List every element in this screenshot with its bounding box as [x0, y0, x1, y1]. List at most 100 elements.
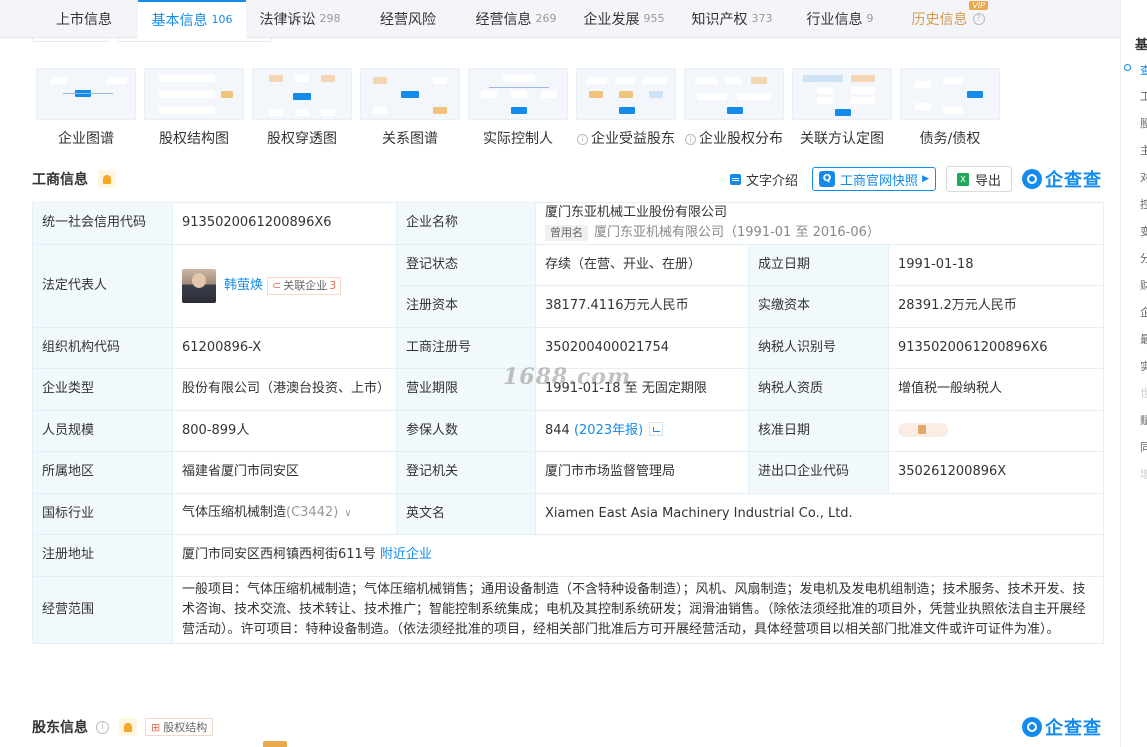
snapshot-label: 工商官网快照 — [840, 173, 919, 189]
value-reg-no[interactable]: 350200400021754 — [535, 326, 749, 369]
graph-thumbnail — [144, 68, 244, 120]
tab-listing[interactable]: 上市信息 — [30, 0, 138, 38]
structure-icon: ⊞ — [151, 720, 161, 734]
insured-count: 844 — [545, 422, 570, 438]
value-company-name-cell: 厦门东亚机械工业股份有限公司 曾用名 厦门东亚机械有限公司（1991-01 至 2… — [535, 202, 1104, 245]
industry-name: 气体压缩机械制造 — [182, 505, 287, 521]
graph-card-beneficiary[interactable]: i 企业受益股东 — [572, 68, 680, 148]
value-paid-capital: 28391.2万元人民币 — [888, 285, 1104, 328]
graph-card-debt[interactable]: 债务/债权 — [896, 68, 1004, 148]
tab-operations[interactable]: 经营信息 269 — [462, 0, 570, 38]
tab-count: 106 — [211, 13, 233, 26]
tab-development[interactable]: 企业发展 955 — [570, 0, 678, 38]
related-companies-badge[interactable]: ⊂ 关联企业 3 — [267, 276, 342, 295]
sidebar-item[interactable]: 同 — [1140, 439, 1147, 455]
graph-card-related-party[interactable]: 关联方认定图 — [788, 68, 896, 148]
qcc-logo: 企查查 — [1022, 166, 1102, 192]
sidebar-item[interactable]: 工 — [1140, 88, 1147, 104]
label-credit-code: 统一社会信用代码 — [32, 202, 173, 245]
tab-label: 行业信息 — [806, 11, 863, 28]
link-icon: ⊂ — [272, 278, 282, 292]
company-name[interactable]: 厦门东亚机械工业股份有限公司 — [545, 203, 1094, 223]
sidebar-item[interactable]: 对 — [1140, 169, 1147, 185]
tab-risk[interactable]: 经营风险 — [354, 0, 462, 38]
sidebar-item[interactable]: 最 — [1140, 331, 1147, 347]
text-intro-button[interactable]: 文字介绍 — [730, 170, 798, 189]
sidebar-item[interactable]: 查 — [1140, 62, 1147, 78]
business-info-header: 工商信息 文字介绍 Q 工商官网快照 ▶ X 导出 企查查 — [32, 166, 1102, 192]
section-title: 股东信息 — [32, 720, 88, 736]
legal-rep-link[interactable]: 韩萤焕 — [224, 278, 263, 293]
equity-structure-label: 股权结构 — [163, 721, 208, 734]
logo-text: 企查查 — [1045, 718, 1102, 739]
sidebar-item[interactable]: 变 — [1140, 223, 1147, 239]
sidebar-item[interactable]: 企 — [1140, 304, 1147, 320]
graph-card-enterprise[interactable]: 企业图谱 — [32, 68, 140, 148]
tab-industry[interactable]: 行业信息 9 — [786, 0, 894, 38]
label-english-name: 英文名 — [396, 492, 536, 535]
equity-structure-button[interactable]: ⊞ 股权结构 — [145, 718, 214, 736]
value-industry-cell[interactable]: 气体压缩机械制造(C3442) ∨ — [172, 492, 397, 535]
sidebar-item[interactable]: 主 — [1140, 142, 1147, 158]
value-taxpayer-id[interactable]: 9135020061200896X6 — [888, 326, 1104, 369]
tab-label: 企业发展 — [583, 11, 640, 28]
graph-thumbnail — [576, 68, 676, 120]
help-icon[interactable]: ? — [972, 12, 985, 25]
export-button[interactable]: X 导出 — [945, 166, 1012, 192]
former-name: 厦门东亚机械有限公司（1991-01 至 2016-06） — [594, 225, 880, 241]
value-credit-code[interactable]: 9135020061200896X6 — [172, 202, 397, 245]
trend-chart-icon[interactable] — [649, 421, 664, 436]
tab-history[interactable]: 历史信息 VIP? — [894, 0, 1002, 38]
graph-card-controller[interactable]: 实际控制人 — [464, 68, 572, 148]
tab-ip[interactable]: 知识产权 373 — [678, 0, 786, 38]
label-status: 登记状态 — [396, 243, 536, 286]
address-text[interactable]: 厦门市同安区西柯镇西柯街611号 — [182, 547, 376, 562]
vip-badge-partial — [263, 741, 287, 747]
tab-count: 269 — [535, 12, 557, 25]
value-insured-cell: 844 (2023年报) — [535, 409, 749, 452]
value-company-type: 股份有限公司（港澳台投资、上市） — [172, 368, 397, 411]
value-english-name[interactable]: Xiamen East Asia Machinery Industrial Co… — [535, 492, 1104, 535]
bell-icon[interactable] — [119, 718, 137, 736]
label-reg-no: 工商注册号 — [396, 326, 536, 369]
sidebar-item[interactable]: 财 — [1140, 277, 1147, 293]
sidebar-item[interactable]: 世 — [1140, 385, 1147, 401]
graph-thumbnail — [468, 68, 568, 120]
official-snapshot-button[interactable]: Q 工商官网快照 ▶ — [812, 167, 936, 191]
info-icon[interactable]: i — [577, 134, 588, 145]
tab-basic-info[interactable]: 基本信息 106 — [138, 0, 246, 38]
avatar[interactable] — [182, 268, 216, 303]
label-term: 营业期限 — [396, 368, 536, 411]
value-import-export-code[interactable]: 350261200896X — [888, 451, 1104, 494]
label-reg-capital: 注册资本 — [396, 285, 536, 328]
vip-badge: VIP — [969, 0, 988, 10]
graph-card-relations[interactable]: 关系图谱 — [356, 68, 464, 148]
graph-card-equity-distribution[interactable]: i 企业股权分布 — [680, 68, 788, 148]
nearby-companies-link[interactable]: 附近企业 — [380, 547, 432, 562]
label-tax-qualification: 纳税人资质 — [748, 368, 889, 411]
chevron-down-icon: ∨ — [344, 508, 352, 520]
annual-report-link[interactable]: (2023年报) — [574, 423, 643, 438]
sidebar-current-dot — [1124, 64, 1131, 71]
related-label: 关联企业 — [283, 278, 328, 292]
vip-locked-value[interactable] — [898, 423, 948, 438]
sidebar-item[interactable]: 股 — [1140, 115, 1147, 131]
sidebar-item[interactable]: 增 — [1140, 466, 1147, 482]
bell-icon[interactable] — [98, 170, 116, 188]
label-authority: 登记机关 — [396, 451, 536, 494]
sidebar-item[interactable]: 分 — [1140, 250, 1147, 266]
sidebar-item[interactable]: 赋 — [1140, 412, 1147, 428]
help-icon[interactable]: i — [96, 720, 109, 734]
sidebar-item[interactable]: 实 — [1140, 358, 1147, 374]
sidebar-item[interactable]: 控 — [1140, 196, 1147, 212]
graph-card-penetration[interactable]: 股权穿透图 — [248, 68, 356, 148]
value-org-code[interactable]: 61200896-X — [172, 326, 397, 369]
tab-legal[interactable]: 法律诉讼 298 — [246, 0, 354, 38]
tab-count: 373 — [751, 12, 773, 25]
excel-icon: X — [956, 172, 969, 186]
graph-card-equity-structure[interactable]: 股权结构图 — [140, 68, 248, 148]
label-industry: 国标行业 — [32, 492, 173, 535]
tab-label: 经营风险 — [380, 11, 436, 28]
tab-label: 上市信息 — [56, 11, 112, 28]
info-icon[interactable]: i — [685, 134, 696, 145]
